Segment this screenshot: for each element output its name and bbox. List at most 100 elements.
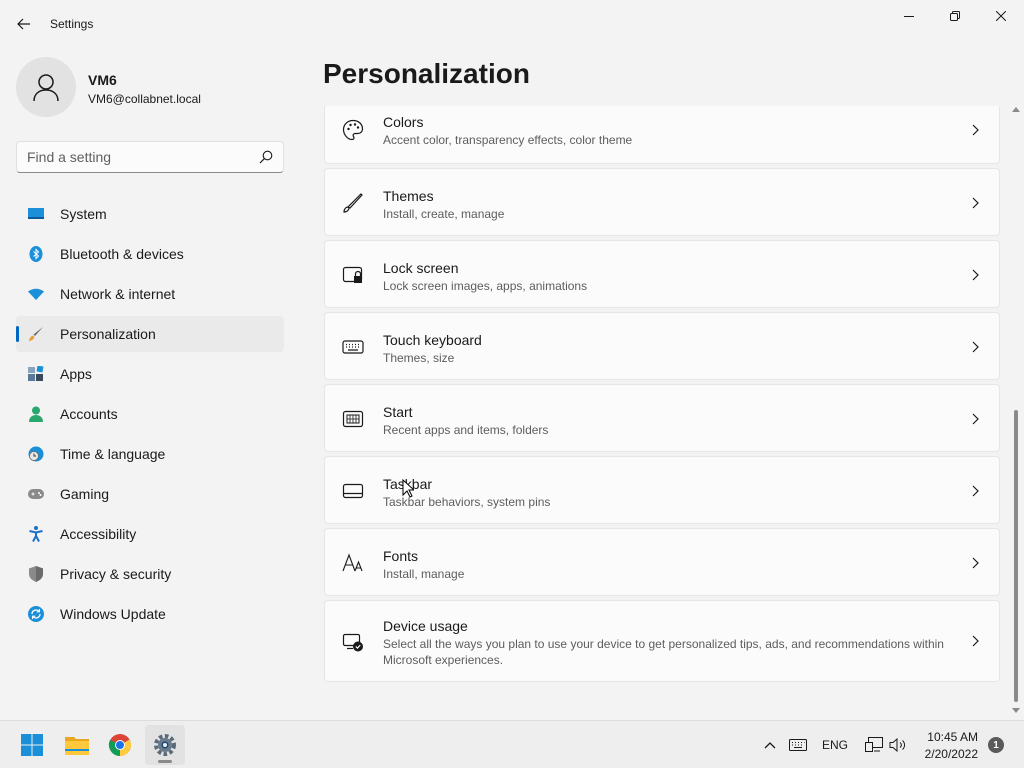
settings-card-touch-keyboard[interactable]: Touch keyboard Themes, size — [324, 312, 1000, 380]
sidebar-item-apps[interactable]: Apps — [16, 356, 284, 392]
card-title: Start — [383, 404, 413, 420]
settings-card-themes[interactable]: Themes Install, create, manage — [324, 168, 1000, 236]
chevron-right-icon — [972, 413, 979, 425]
settings-card-device-usage[interactable]: Device usage Select all the ways you pla… — [324, 600, 1000, 682]
clock-date[interactable]: 2/20/2022 — [916, 747, 978, 761]
tray-keyboard-button[interactable] — [788, 733, 808, 757]
chevron-right-icon — [972, 485, 979, 497]
sidebar-item-label: Apps — [60, 366, 92, 382]
profile-email: VM6@collabnet.local — [88, 92, 201, 106]
tray-volume-button[interactable] — [888, 733, 908, 757]
sidebar-item-label: System — [60, 206, 107, 222]
tray-language[interactable]: ENG — [820, 733, 850, 757]
notification-badge[interactable]: 1 — [988, 737, 1004, 753]
close-button[interactable] — [978, 4, 1024, 28]
scroll-down-arrow-icon[interactable] — [1012, 706, 1020, 714]
settings-card-start[interactable]: Start Recent apps and items, folders — [324, 384, 1000, 452]
minimize-icon — [904, 16, 914, 17]
profile-name: VM6 — [88, 72, 117, 88]
sidebar-item-accounts[interactable]: Accounts — [16, 396, 284, 432]
settings-card-taskbar[interactable]: Taskbar Taskbar behaviors, system pins — [324, 456, 1000, 524]
settings-icon — [154, 734, 176, 756]
settings-card-lock-screen[interactable]: Lock screen Lock screen images, apps, an… — [324, 240, 1000, 308]
restore-button[interactable] — [932, 4, 978, 28]
tray-network-button[interactable] — [864, 733, 884, 757]
mouse-cursor-icon — [402, 479, 414, 498]
sidebar-item-system[interactable]: System — [16, 196, 284, 232]
card-description: Lock screen images, apps, animations — [383, 279, 588, 293]
settings-list: Colors Accent color, transparency effect… — [324, 106, 1000, 686]
scrollbar-thumb[interactable] — [1014, 410, 1018, 702]
sidebar-item-accessibility[interactable]: Accessibility — [16, 516, 284, 552]
scrollbar[interactable] — [1010, 106, 1022, 718]
close-icon — [996, 11, 1006, 21]
chevron-right-icon — [972, 269, 979, 281]
sidebar-item-bluetooth[interactable]: Bluetooth & devices — [16, 236, 284, 272]
taskbar-settings[interactable] — [145, 725, 185, 765]
scroll-up-arrow-icon[interactable] — [1012, 106, 1020, 114]
chrome-icon — [108, 734, 131, 756]
chevron-up-icon — [764, 742, 776, 749]
settings-card-fonts[interactable]: Fonts Install, manage — [324, 528, 1000, 596]
sidebar-item-personalization[interactable]: Personalization — [16, 316, 284, 352]
volume-icon — [889, 738, 905, 752]
sidebar-item-time-language[interactable]: Time & language — [16, 436, 284, 472]
sidebar-item-windows-update[interactable]: Windows Update — [16, 596, 284, 632]
card-description: Recent apps and items, folders — [383, 423, 549, 437]
back-button[interactable] — [12, 12, 36, 36]
sidebar-item-label: Windows Update — [60, 606, 166, 622]
card-description: Select all the ways you plan to use your… — [383, 637, 944, 667]
back-arrow-icon — [17, 18, 30, 30]
minimize-button[interactable] — [886, 4, 932, 28]
settings-card-colors[interactable]: Colors Accent color, transparency effect… — [324, 106, 1000, 164]
search-icon[interactable] — [259, 150, 273, 164]
taskbar-chrome[interactable] — [100, 725, 140, 765]
sidebar-nav: System Bluetooth & devices Network & int… — [16, 196, 284, 636]
taskbar-icon — [342, 480, 364, 502]
title-bar: Settings — [0, 0, 1024, 48]
card-description: Accent color, transparency effects, colo… — [383, 133, 633, 147]
sidebar-item-label: Accounts — [60, 406, 118, 422]
clock-time[interactable]: 10:45 AM — [920, 730, 978, 744]
search-input[interactable] — [17, 142, 253, 172]
search-box[interactable] — [16, 141, 284, 173]
accounts-icon — [28, 406, 44, 422]
sidebar-item-label: Accessibility — [60, 526, 137, 542]
pen-icon — [342, 192, 364, 214]
start-button[interactable] — [12, 725, 52, 765]
chevron-right-icon — [972, 197, 979, 209]
sidebar-item-network[interactable]: Network & internet — [16, 276, 284, 312]
file-explorer-icon — [65, 737, 89, 755]
palette-icon — [342, 119, 364, 141]
card-description: Install, manage — [383, 567, 465, 581]
chevron-right-icon — [972, 341, 979, 353]
sidebar-item-label: Bluetooth & devices — [60, 246, 184, 262]
card-description: Install, create, manage — [383, 207, 505, 221]
gamepad-icon — [28, 486, 44, 502]
keyboard-icon — [342, 336, 364, 358]
windows-start-icon — [21, 734, 43, 756]
update-icon — [28, 606, 44, 622]
sidebar-item-label: Gaming — [60, 486, 110, 502]
wifi-icon — [28, 286, 44, 302]
network-icon — [865, 737, 883, 752]
sidebar-item-gaming[interactable]: Gaming — [16, 476, 284, 512]
bluetooth-icon — [28, 246, 44, 262]
sidebar-item-label: Privacy & security — [60, 566, 172, 582]
sidebar-item-privacy-security[interactable]: Privacy & security — [16, 556, 284, 592]
sidebar-item-label: Network & internet — [60, 286, 176, 302]
avatar[interactable] — [16, 57, 76, 117]
chevron-right-icon — [972, 557, 979, 569]
start-icon — [342, 408, 364, 430]
card-title: Lock screen — [383, 260, 459, 276]
chevron-right-icon — [972, 124, 979, 136]
taskbar-file-explorer[interactable] — [57, 725, 97, 765]
user-icon — [33, 74, 59, 102]
apps-icon — [28, 366, 44, 382]
fonts-icon — [342, 552, 364, 574]
card-title: Colors — [383, 114, 424, 130]
lock-screen-icon — [342, 264, 364, 286]
tray-overflow-button[interactable] — [762, 733, 778, 757]
sidebar-item-label: Personalization — [60, 326, 156, 342]
card-title: Touch keyboard — [383, 332, 482, 348]
